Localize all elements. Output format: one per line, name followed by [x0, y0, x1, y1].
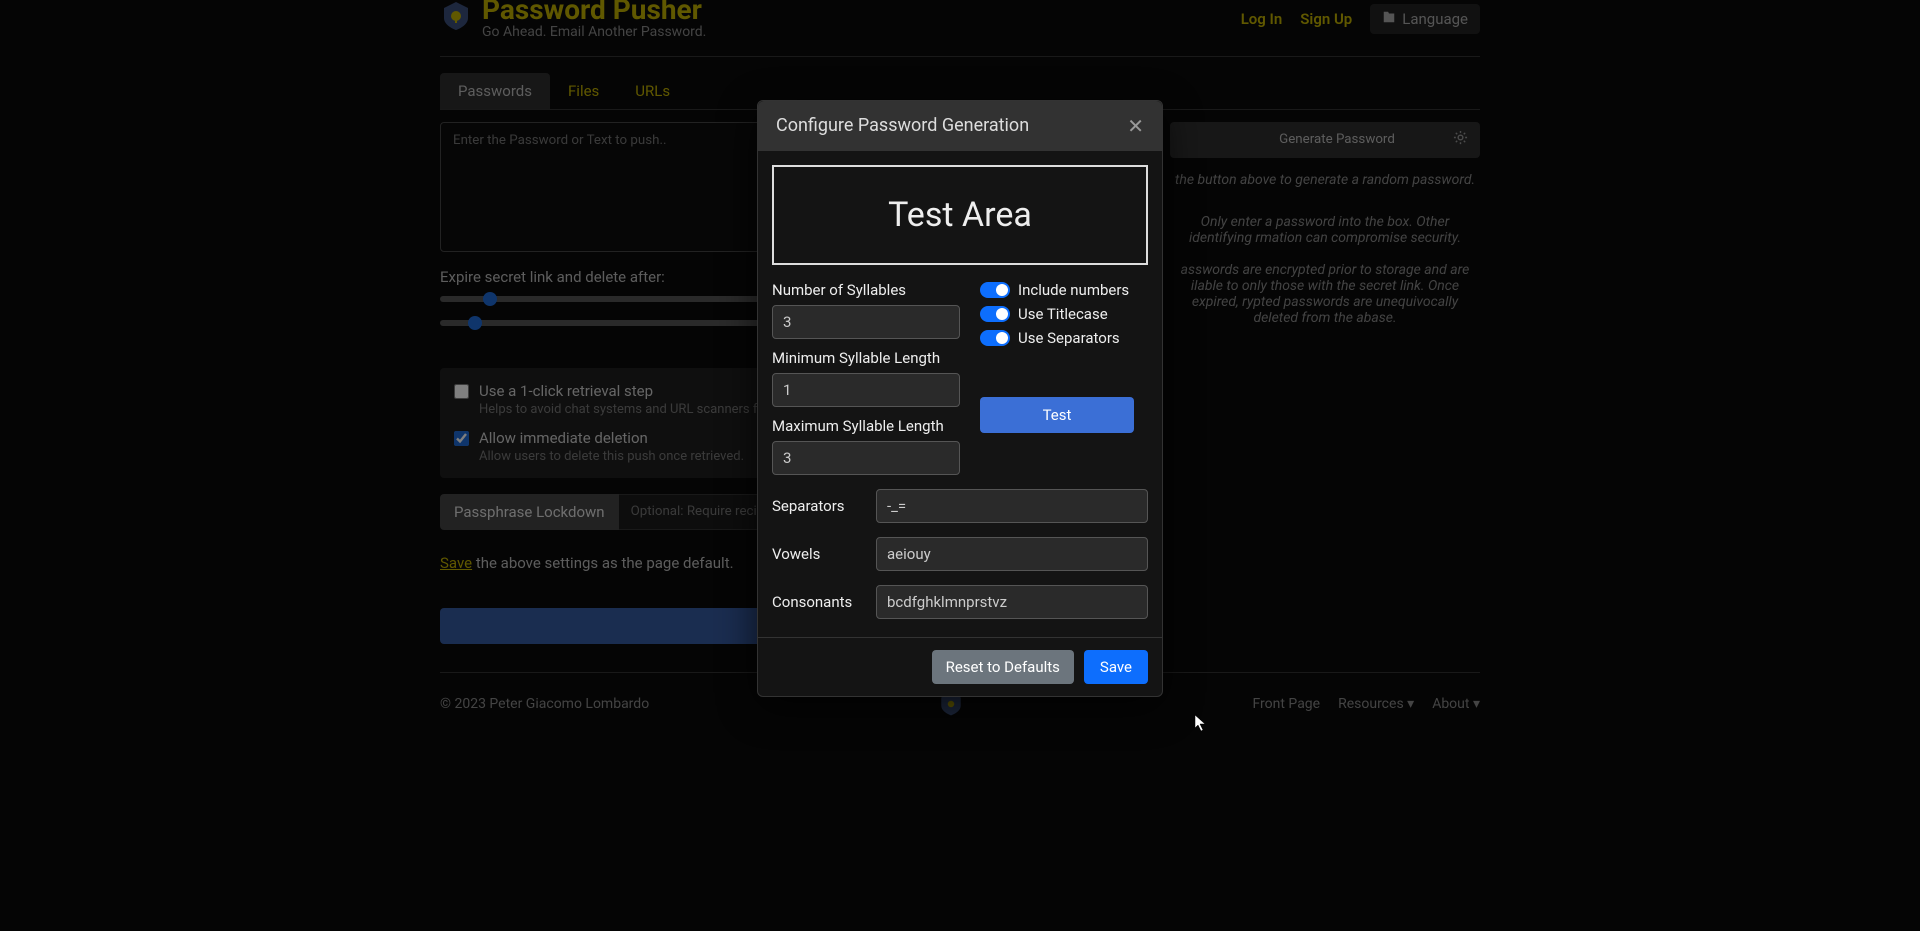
min-syllable-input[interactable]	[772, 373, 960, 407]
max-syllable-input[interactable]	[772, 441, 960, 475]
use-separators-toggle[interactable]	[980, 330, 1010, 346]
consonants-label: Consonants	[772, 593, 858, 611]
save-button[interactable]: Save	[1084, 650, 1148, 684]
num-syllables-label: Number of Syllables	[772, 281, 960, 299]
include-numbers-toggle[interactable]	[980, 282, 1010, 298]
modal-title: Configure Password Generation	[776, 115, 1029, 136]
reset-defaults-button[interactable]: Reset to Defaults	[932, 650, 1074, 684]
separators-input[interactable]	[876, 489, 1148, 523]
use-titlecase-toggle[interactable]	[980, 306, 1010, 322]
test-area-output: Test Area	[772, 165, 1148, 265]
mouse-cursor	[1194, 714, 1208, 732]
vowels-input[interactable]	[876, 537, 1148, 571]
max-syllable-label: Maximum Syllable Length	[772, 417, 960, 435]
vowels-label: Vowels	[772, 545, 858, 563]
num-syllables-input[interactable]	[772, 305, 960, 339]
configure-password-modal: Configure Password Generation ✕ Test Are…	[757, 100, 1163, 697]
min-syllable-label: Minimum Syllable Length	[772, 349, 960, 367]
separators-label: Separators	[772, 497, 858, 515]
test-button[interactable]: Test	[980, 397, 1134, 433]
close-icon[interactable]: ✕	[1127, 116, 1144, 136]
consonants-input[interactable]	[876, 585, 1148, 619]
